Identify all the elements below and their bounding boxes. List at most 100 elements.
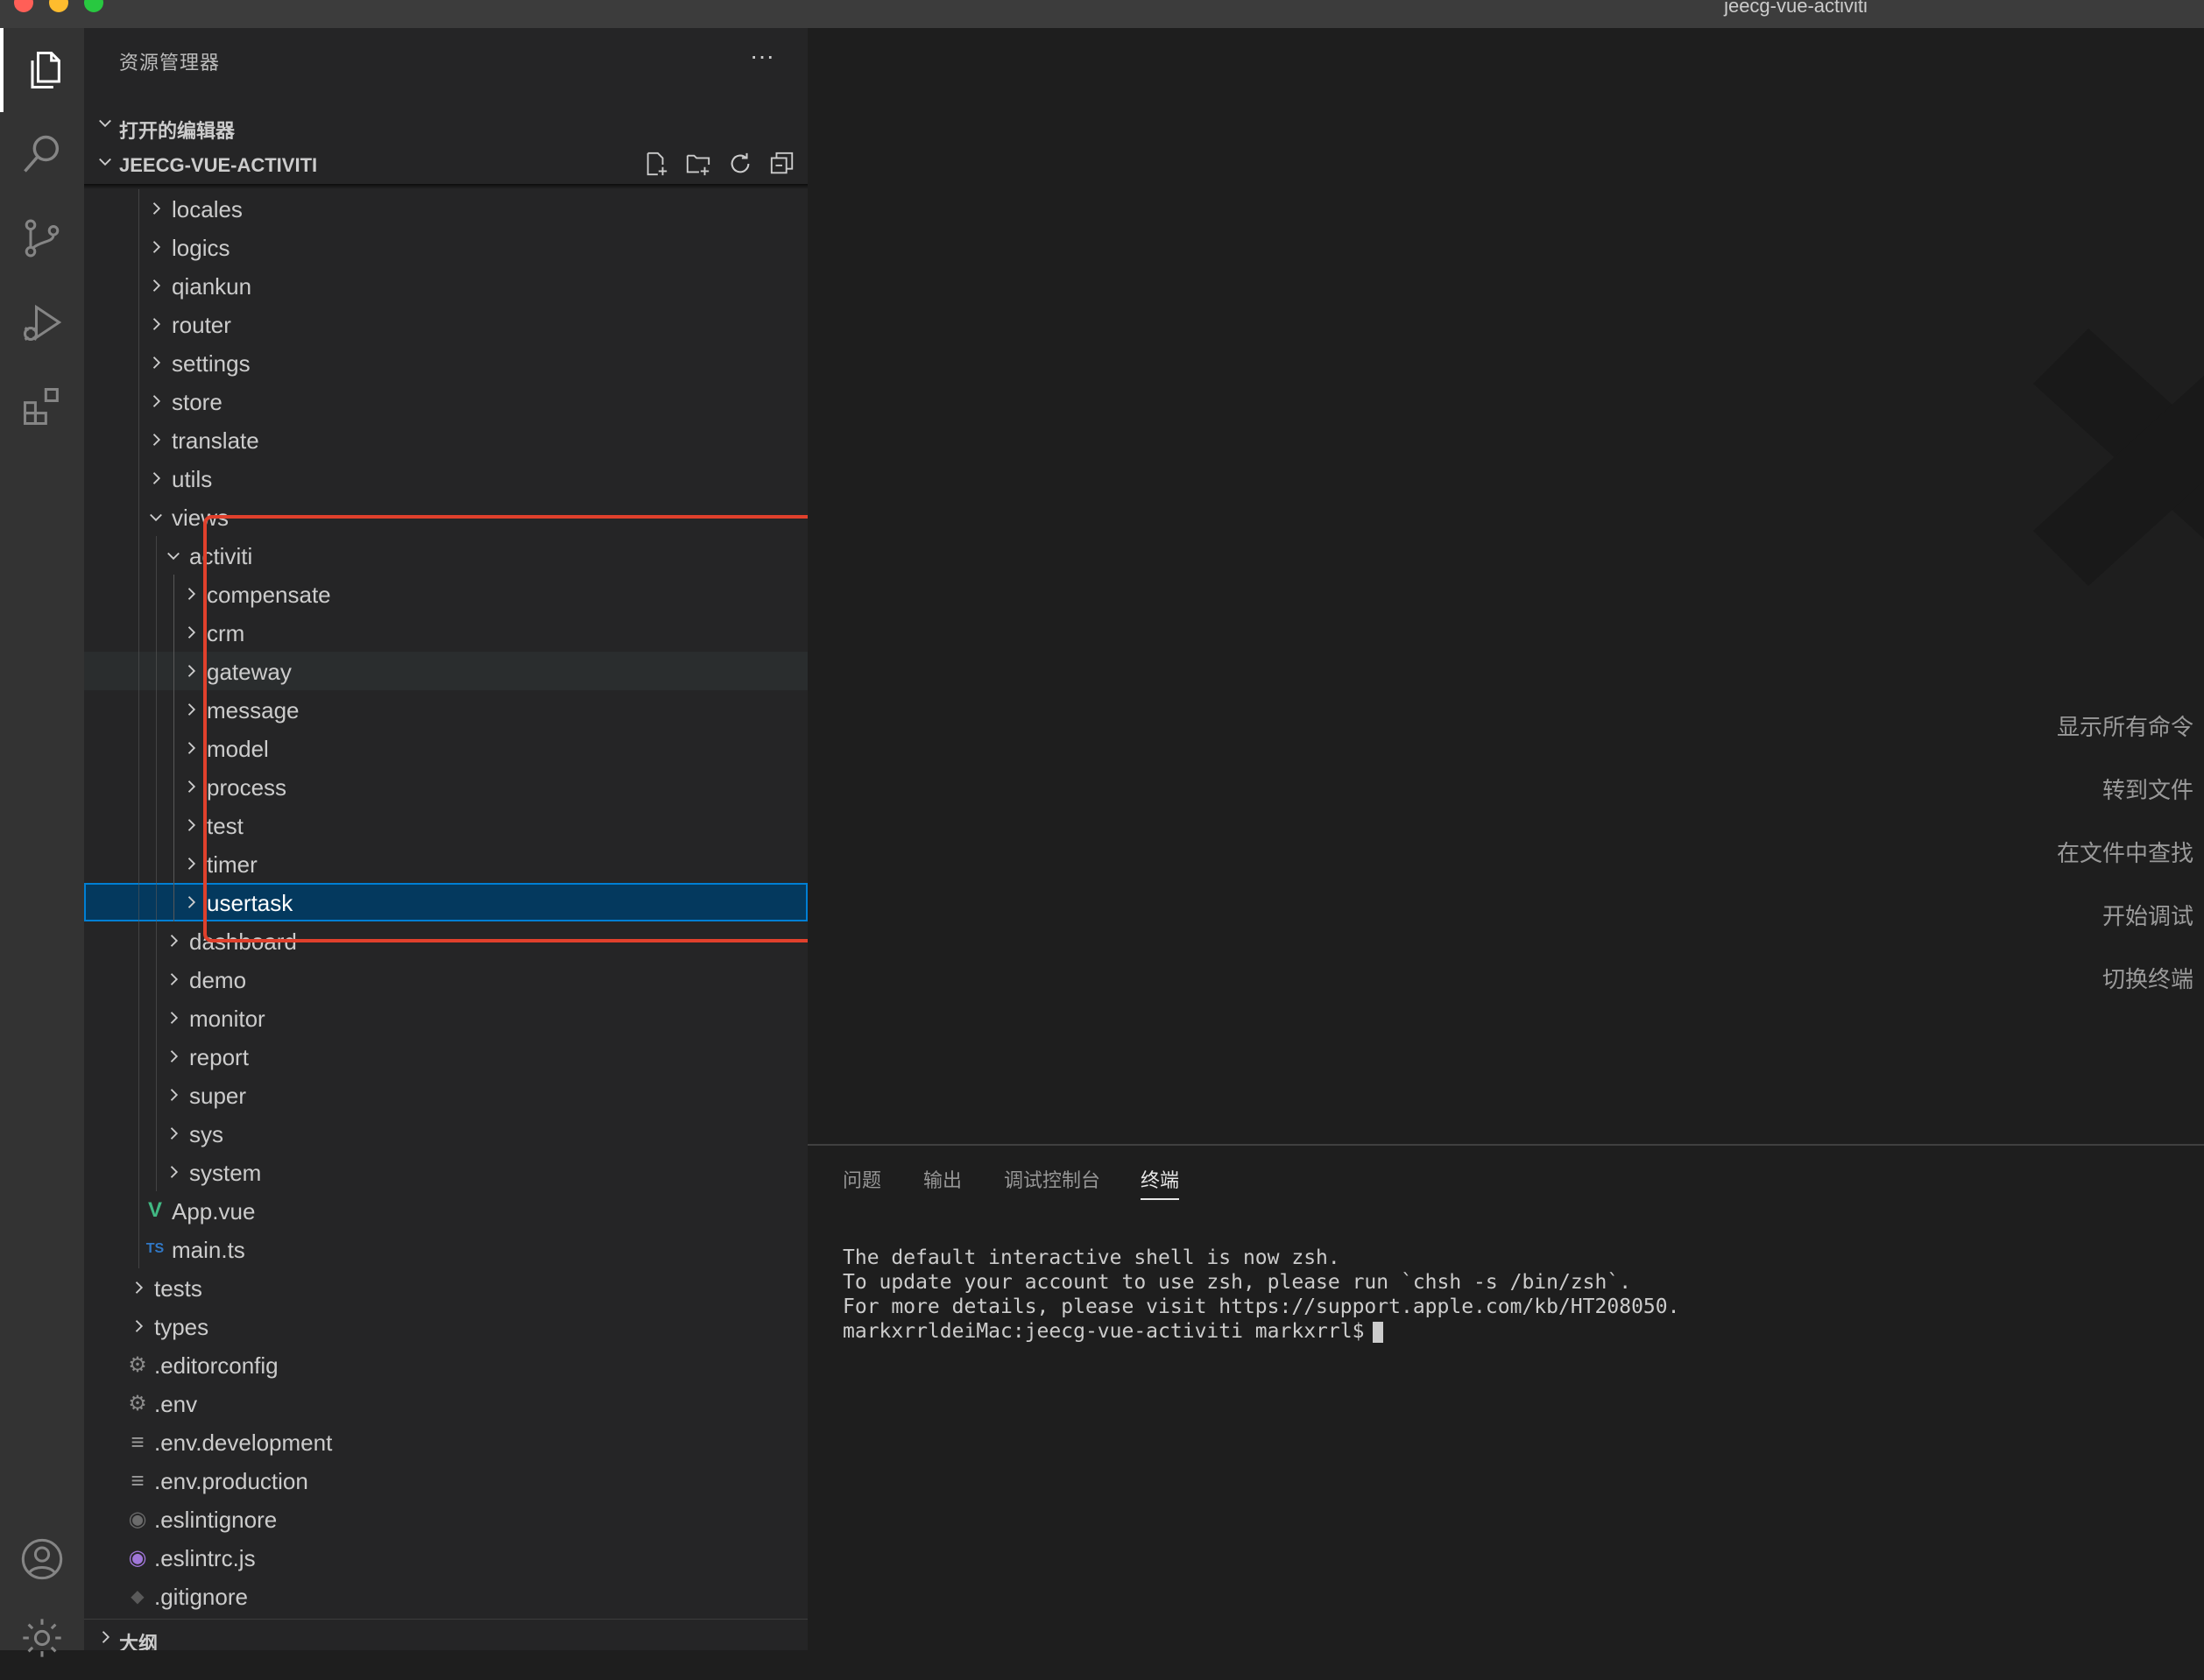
new-file-button[interactable] <box>641 149 671 179</box>
activity-explorer[interactable] <box>0 28 84 112</box>
tree-folder-timer[interactable]: timer <box>84 844 808 883</box>
outline-section[interactable]: 大纲 <box>84 1619 808 1650</box>
tree-folder-monitor[interactable]: monitor <box>84 999 808 1037</box>
indent-guide <box>138 420 139 459</box>
tree-folder-router[interactable]: router <box>84 305 808 343</box>
tree-folder-sys[interactable]: sys <box>84 1114 808 1153</box>
tree-folder-test[interactable]: test <box>84 806 808 844</box>
indent-guide <box>138 844 139 883</box>
tree-folder-demo[interactable]: demo <box>84 960 808 999</box>
tree-folder-types[interactable]: types <box>84 1307 808 1345</box>
tab-terminal[interactable]: 终端 <box>1141 1165 1180 1200</box>
activity-manage[interactable] <box>0 1596 84 1680</box>
terminal-prompt-line: markxrrldeiMac:jeecg-vue-activiti markxr… <box>843 1319 1679 1344</box>
tree-folder-super[interactable]: super <box>84 1076 808 1114</box>
command-go-to-file[interactable]: 转到文件 <box>2102 773 2193 805</box>
indent-guide <box>173 690 174 729</box>
chevron-right-icon <box>152 279 161 292</box>
tree-file-eslintrc-js[interactable]: ◉ .eslintrc.js <box>84 1538 808 1577</box>
terminal-output[interactable]: The default interactive shell is now zsh… <box>843 1246 1679 1344</box>
tree-item-label: crm <box>207 620 245 646</box>
tree-folder-message[interactable]: message <box>84 690 808 729</box>
tree-file-editorconfig[interactable]: ⚙ .editorconfig <box>84 1345 808 1384</box>
refresh-explorer-button[interactable] <box>725 149 755 179</box>
tab-problems[interactable]: 问题 <box>843 1165 881 1193</box>
tree-item-label: locales <box>172 196 243 222</box>
activity-account[interactable] <box>0 1517 84 1601</box>
indent-guide <box>138 1076 139 1114</box>
tree-folder-qiankun[interactable]: qiankun <box>84 266 808 305</box>
new-folder-button[interactable] <box>683 149 713 179</box>
indent-guide <box>138 382 139 420</box>
tree-item-label: model <box>207 736 269 762</box>
indent-guide <box>156 767 157 806</box>
settings-gear-icon <box>23 1619 61 1657</box>
open-editors-section[interactable]: 打开的编辑器 <box>84 109 808 144</box>
tree-folder-dashboard[interactable]: dashboard <box>84 921 808 960</box>
chevron-right-icon <box>152 434 161 446</box>
tree-folder-locales[interactable]: locales <box>84 189 808 228</box>
tab-output[interactable]: 输出 <box>923 1165 962 1193</box>
tree-file-env-development[interactable]: ≡ .env.development <box>84 1422 808 1461</box>
close-window-button[interactable] <box>14 0 33 12</box>
tree-folder-gateway[interactable]: gateway <box>84 652 808 690</box>
indent-guide <box>138 767 139 806</box>
tree-folder-store[interactable]: store <box>84 382 808 420</box>
tab-debug-console[interactable]: 调试控制台 <box>1004 1165 1100 1193</box>
chevron-right-icon <box>152 202 161 215</box>
zoom-window-button[interactable] <box>84 0 103 12</box>
tree-folder-process[interactable]: process <box>84 767 808 806</box>
activity-run-debug[interactable] <box>0 280 84 364</box>
chevron-down-icon <box>150 513 162 522</box>
indent-guide <box>138 305 139 343</box>
tree-folder-views[interactable]: views <box>84 498 808 536</box>
tree-folder-tests[interactable]: tests <box>84 1268 808 1307</box>
tree-folder-settings[interactable]: settings <box>84 343 808 382</box>
chevron-right-icon <box>135 1281 144 1294</box>
indent-guide <box>173 767 174 806</box>
tree-folder-utils[interactable]: utils <box>84 459 808 498</box>
command-find-in-files[interactable]: 在文件中查找 <box>2057 836 2193 868</box>
tree-folder-system[interactable]: system <box>84 1153 808 1191</box>
tree-folder-compensate[interactable]: compensate <box>84 575 808 613</box>
title-bar: jeecg-vue-activiti <box>0 0 2204 28</box>
tree-folder-translate[interactable]: translate <box>84 420 808 459</box>
tree-file-main-ts[interactable]: TS main.ts <box>84 1230 808 1268</box>
workspace-root-section[interactable]: JEECG-VUE-ACTIVITI <box>84 147 808 182</box>
tree-folder-activiti[interactable]: activiti <box>84 536 808 575</box>
tree-folder-logics[interactable]: logics <box>84 228 808 266</box>
tree-file-env-production[interactable]: ≡ .env.production <box>84 1461 808 1500</box>
activity-extensions[interactable] <box>0 364 84 448</box>
indent-guide <box>138 1037 139 1076</box>
indent-guide <box>138 690 139 729</box>
indent-guide <box>156 652 157 690</box>
explorer-more-actions-button[interactable]: ··· <box>750 42 774 70</box>
tree-item-label: types <box>154 1314 209 1340</box>
indent-guide <box>156 999 157 1037</box>
tree-folder-model[interactable]: model <box>84 729 808 767</box>
activity-source-control[interactable] <box>0 196 84 280</box>
tree-file-env[interactable]: ⚙ .env <box>84 1384 808 1422</box>
tree-folder-report[interactable]: report <box>84 1037 808 1076</box>
command-toggle-terminal[interactable]: 切换终端 <box>2102 962 2193 994</box>
tree-file-eslintignore[interactable]: ◉ .eslintignore <box>84 1500 808 1538</box>
workspace-root-label: JEECG-VUE-ACTIVITI <box>119 154 318 176</box>
tree-item-label: router <box>172 312 231 338</box>
minimize-window-button[interactable] <box>49 0 68 12</box>
collapse-folders-button[interactable] <box>767 149 797 179</box>
tree-folder-usertask[interactable]: usertask <box>84 883 808 921</box>
indent-guide <box>138 1230 139 1268</box>
vue-file-icon: V <box>147 1198 162 1222</box>
command-show-all[interactable]: 显示所有命令 <box>2057 709 2193 742</box>
indent-guide <box>156 729 157 767</box>
tree-item-label: dashboard <box>189 928 297 955</box>
activity-search[interactable] <box>0 112 84 196</box>
command-start-debugging[interactable]: 开始调试 <box>2102 899 2193 931</box>
terminal-line: For more details, please visit https://s… <box>843 1295 1680 1318</box>
tree-folder-crm[interactable]: crm <box>84 613 808 652</box>
tree-file-gitignore[interactable]: ◆ .gitignore <box>84 1577 808 1615</box>
tree-file-app-vue[interactable]: V App.vue <box>84 1191 808 1230</box>
tree-item-label: compensate <box>207 582 331 608</box>
chevron-right-icon <box>170 935 179 947</box>
indent-guide <box>156 613 157 652</box>
